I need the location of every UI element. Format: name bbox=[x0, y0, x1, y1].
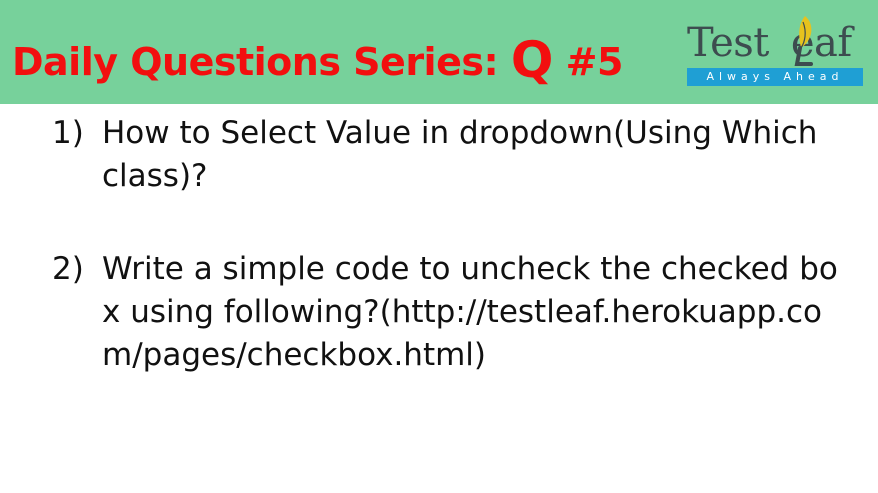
header-banner: Daily Questions Series: Q #5 Test eaf Alw… bbox=[0, 0, 878, 104]
testleaf-logo: Test eaf Always Ahead bbox=[685, 8, 865, 88]
question-item-1: 1) How to Select Value in dropdown(Using… bbox=[52, 112, 852, 198]
title-prefix: Daily Questions Series: bbox=[12, 40, 511, 84]
logo-tagline: Always Ahead bbox=[687, 68, 863, 86]
question-text: Write a simple code to uncheck the check… bbox=[102, 251, 838, 373]
question-text: How to Select Value in dropdown(Using Wh… bbox=[102, 115, 818, 194]
logo-name-left: Test bbox=[687, 20, 769, 66]
logo-wordmark: Test eaf bbox=[687, 18, 852, 68]
title-suffix: #5 bbox=[552, 40, 624, 84]
question-list: 1) How to Select Value in dropdown(Using… bbox=[52, 112, 852, 377]
leaf-icon bbox=[794, 16, 813, 66]
question-number: 2) bbox=[52, 251, 84, 287]
question-number: 1) bbox=[52, 115, 84, 151]
page-title: Daily Questions Series: Q #5 bbox=[12, 30, 623, 92]
question-item-2: 2) Write a simple code to uncheck the ch… bbox=[52, 248, 852, 377]
title-q: Q bbox=[510, 31, 554, 89]
